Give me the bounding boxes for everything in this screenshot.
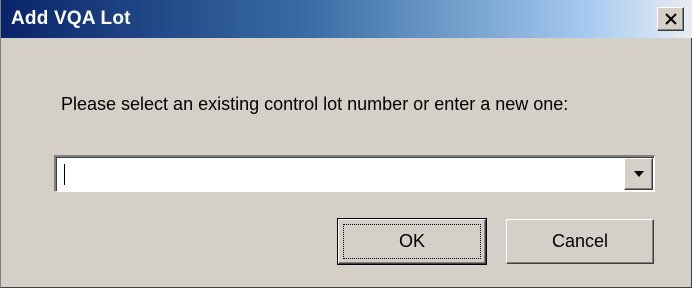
close-button[interactable] <box>657 7 684 31</box>
close-icon <box>665 13 677 25</box>
dropdown-button[interactable] <box>624 158 653 190</box>
cancel-button-label: Cancel <box>551 231 609 251</box>
instruction-label: Please select an existing control lot nu… <box>61 94 569 114</box>
focus-rectangle <box>343 224 481 259</box>
text-caret <box>64 164 65 185</box>
title-bar[interactable]: Add VQA Lot <box>1 0 692 38</box>
chevron-down-icon <box>634 171 644 177</box>
cancel-button[interactable]: Cancel <box>506 219 654 264</box>
control-lot-combobox[interactable] <box>54 155 655 192</box>
control-lot-input[interactable] <box>59 160 619 189</box>
add-vqa-lot-dialog: Add VQA Lot Please select an existing co… <box>0 0 692 288</box>
dialog-title: Add VQA Lot <box>11 8 131 29</box>
ok-button[interactable]: OK <box>337 218 487 265</box>
